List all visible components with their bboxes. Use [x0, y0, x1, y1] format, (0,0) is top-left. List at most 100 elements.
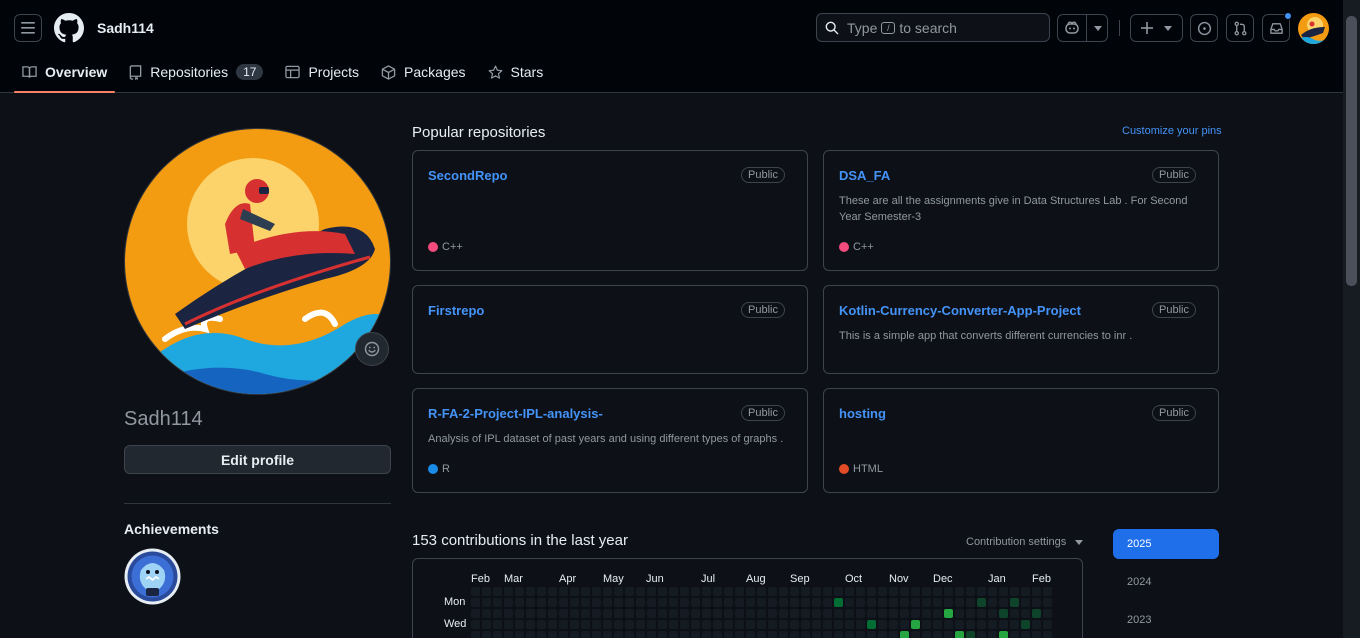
tab-overview[interactable]: Overview	[14, 58, 116, 93]
contribution-cell[interactable]	[581, 631, 590, 638]
contribution-cell[interactable]	[724, 620, 733, 629]
contribution-cell[interactable]	[669, 587, 678, 596]
contribution-cell[interactable]	[636, 631, 645, 638]
contribution-cell[interactable]	[889, 609, 898, 618]
contribution-cell[interactable]	[955, 631, 964, 638]
contribution-cell[interactable]	[526, 631, 535, 638]
achievements-heading[interactable]: Achievements	[124, 521, 219, 537]
tab-packages[interactable]: Packages	[373, 58, 473, 86]
contribution-cell[interactable]	[988, 620, 997, 629]
contribution-cell[interactable]	[911, 587, 920, 596]
contribution-cell[interactable]	[614, 598, 623, 607]
contribution-cell[interactable]	[911, 598, 920, 607]
contribution-cell[interactable]	[735, 620, 744, 629]
contribution-cell[interactable]	[757, 620, 766, 629]
contribution-cell[interactable]	[988, 609, 997, 618]
contribution-cell[interactable]	[559, 631, 568, 638]
contribution-cell[interactable]	[636, 598, 645, 607]
contribution-cell[interactable]	[548, 587, 557, 596]
contribution-cell[interactable]	[1032, 609, 1041, 618]
contribution-cell[interactable]	[482, 609, 491, 618]
contribution-cell[interactable]	[658, 598, 667, 607]
contribution-cell[interactable]	[614, 620, 623, 629]
contribution-cell[interactable]	[801, 587, 810, 596]
contribution-cell[interactable]	[504, 587, 513, 596]
contribution-cell[interactable]	[790, 609, 799, 618]
tab-stars[interactable]: Stars	[480, 58, 552, 86]
contribution-cell[interactable]	[1010, 587, 1019, 596]
contribution-cell[interactable]	[889, 620, 898, 629]
contribution-cell[interactable]	[515, 587, 524, 596]
contribution-cell[interactable]	[977, 631, 986, 638]
contribution-cell[interactable]	[559, 587, 568, 596]
contribution-cell[interactable]	[647, 587, 656, 596]
contribution-cell[interactable]	[900, 598, 909, 607]
contribution-cell[interactable]	[878, 598, 887, 607]
contribution-cell[interactable]	[955, 598, 964, 607]
contribution-cell[interactable]	[790, 587, 799, 596]
contribution-cell[interactable]	[515, 598, 524, 607]
contribution-cell[interactable]	[867, 587, 876, 596]
contribution-cell[interactable]	[537, 609, 546, 618]
contribution-cell[interactable]	[746, 620, 755, 629]
contribution-cell[interactable]	[966, 609, 975, 618]
contribution-cell[interactable]	[625, 631, 634, 638]
contribution-cell[interactable]	[493, 609, 502, 618]
contribution-cell[interactable]	[801, 631, 810, 638]
contribution-cell[interactable]	[570, 598, 579, 607]
contribution-cell[interactable]	[999, 587, 1008, 596]
contribution-cell[interactable]	[1021, 620, 1030, 629]
contribution-cell[interactable]	[493, 598, 502, 607]
contribution-cell[interactable]	[526, 620, 535, 629]
contribution-cell[interactable]	[977, 598, 986, 607]
contribution-cell[interactable]	[999, 609, 1008, 618]
contribution-cell[interactable]	[999, 620, 1008, 629]
contribution-cell[interactable]	[856, 609, 865, 618]
contribution-cell[interactable]	[680, 631, 689, 638]
contribution-cell[interactable]	[592, 587, 601, 596]
contribution-cell[interactable]	[713, 598, 722, 607]
contribution-cell[interactable]	[834, 609, 843, 618]
contribution-cell[interactable]	[988, 587, 997, 596]
contribution-cell[interactable]	[966, 620, 975, 629]
contribution-cell[interactable]	[768, 620, 777, 629]
contribution-cell[interactable]	[944, 631, 953, 638]
contribution-cell[interactable]	[669, 609, 678, 618]
contribution-cell[interactable]	[647, 620, 656, 629]
contribution-cell[interactable]	[746, 598, 755, 607]
contribution-cell[interactable]	[625, 609, 634, 618]
contribution-cell[interactable]	[735, 609, 744, 618]
contribution-cell[interactable]	[691, 598, 700, 607]
contribution-cell[interactable]	[790, 620, 799, 629]
set-status-button[interactable]	[355, 332, 389, 366]
contribution-cell[interactable]	[548, 620, 557, 629]
contribution-cell[interactable]	[515, 631, 524, 638]
contribution-cell[interactable]	[768, 631, 777, 638]
contribution-cell[interactable]	[537, 620, 546, 629]
contribution-cell[interactable]	[1043, 587, 1052, 596]
contribution-cell[interactable]	[724, 598, 733, 607]
contribution-cell[interactable]	[603, 620, 612, 629]
tab-repositories[interactable]: Repositories 17	[121, 58, 271, 86]
contribution-cell[interactable]	[1043, 631, 1052, 638]
contribution-cell[interactable]	[680, 598, 689, 607]
contribution-cell[interactable]	[1010, 631, 1019, 638]
contribution-cell[interactable]	[724, 587, 733, 596]
contribution-cell[interactable]	[1032, 631, 1041, 638]
create-new-button[interactable]	[1130, 14, 1183, 42]
contribution-cell[interactable]	[504, 631, 513, 638]
contribution-cell[interactable]	[834, 598, 843, 607]
contribution-cell[interactable]	[944, 620, 953, 629]
contribution-cell[interactable]	[933, 587, 942, 596]
contribution-cell[interactable]	[922, 620, 931, 629]
contribution-cell[interactable]	[548, 631, 557, 638]
contribution-cell[interactable]	[724, 631, 733, 638]
contribution-cell[interactable]	[647, 631, 656, 638]
contribution-cell[interactable]	[570, 587, 579, 596]
contribution-cell[interactable]	[570, 609, 579, 618]
contribution-cell[interactable]	[779, 609, 788, 618]
contribution-cell[interactable]	[669, 598, 678, 607]
contribution-cell[interactable]	[768, 598, 777, 607]
contribution-cell[interactable]	[471, 598, 480, 607]
contribution-cell[interactable]	[867, 620, 876, 629]
